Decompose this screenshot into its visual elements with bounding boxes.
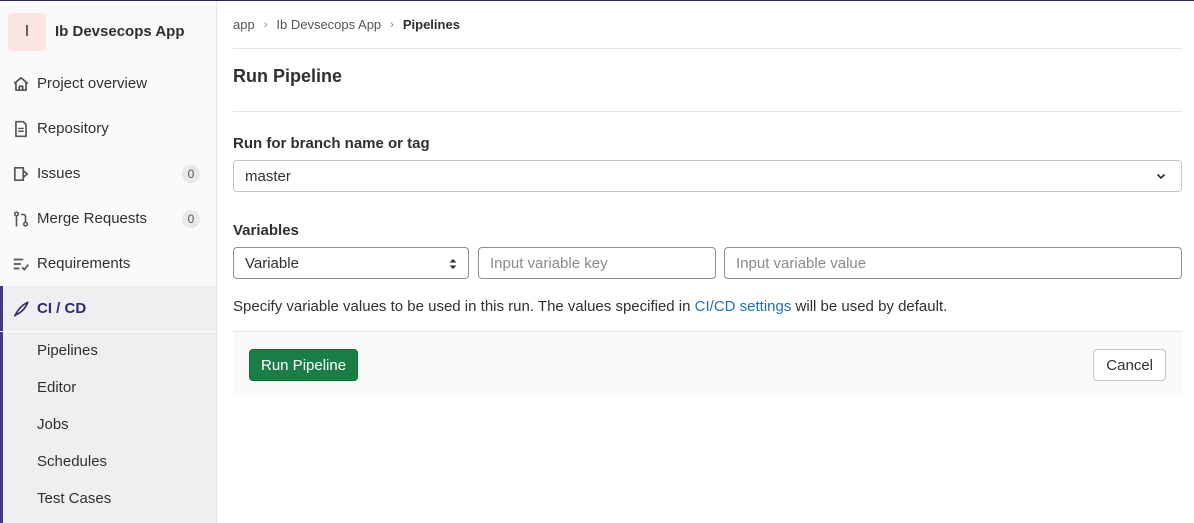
variable-type-select[interactable]: Variable — [233, 247, 469, 279]
breadcrumb-item-project[interactable]: Ib Devsecops App — [276, 17, 381, 32]
sidebar-item-project-overview[interactable]: Project overview — [0, 61, 216, 106]
merge-requests-count-badge: 0 — [182, 209, 200, 228]
sidebar-item-ci-cd[interactable]: CI / CD — [0, 286, 216, 331]
sidebar-item-repository[interactable]: Repository — [0, 106, 216, 151]
chevron-down-icon — [1156, 173, 1166, 180]
project-header[interactable]: I Ib Devsecops App — [0, 1, 216, 59]
sidebar-subitem-pipelines[interactable]: Pipelines — [37, 342, 98, 359]
main-content: app › Ib Devsecops App › Pipelines Run P… — [233, 1, 1182, 523]
variables-label: Variables — [233, 222, 299, 239]
sidebar-item-label: Issues — [37, 165, 81, 182]
select-arrows-icon — [449, 259, 457, 269]
sidebar: I Ib Devsecops App Project overview Repo… — [0, 1, 217, 523]
branch-select[interactable]: master — [233, 160, 1182, 192]
breadcrumb-item-app[interactable]: app — [233, 17, 255, 32]
branch-select-value: master — [245, 167, 291, 185]
sidebar-item-merge-requests[interactable]: Merge Requests 0 — [0, 196, 216, 241]
sidebar-item-issues[interactable]: Issues 0 — [0, 151, 216, 196]
ci-cd-settings-link[interactable]: CI/CD settings — [695, 298, 792, 315]
help-text-prefix: Specify variable values to be used in th… — [233, 298, 695, 315]
page-title: Run Pipeline — [233, 66, 343, 86]
issues-icon — [13, 166, 29, 182]
variables-help-text: Specify variable values to be used in th… — [233, 298, 947, 315]
variable-type-value: Variable — [245, 254, 299, 272]
sidebar-item-label: Repository — [37, 120, 109, 137]
branch-label: Run for branch name or tag — [233, 135, 430, 152]
cancel-button[interactable]: Cancel — [1093, 349, 1166, 381]
home-icon — [13, 76, 29, 92]
divider — [233, 111, 1182, 112]
run-pipeline-button[interactable]: Run Pipeline — [249, 349, 359, 381]
form-actions: Run Pipeline Cancel — [233, 331, 1182, 396]
document-icon — [15, 120, 27, 138]
sidebar-item-label: Project overview — [37, 75, 148, 92]
breadcrumb: app › Ib Devsecops App › Pipelines — [233, 17, 460, 32]
ci-cd-submenu: Pipelines Editor Jobs Schedules Test Cas… — [0, 332, 216, 523]
sidebar-subitem-editor[interactable]: Editor — [37, 379, 76, 396]
divider — [233, 48, 1182, 49]
help-text-suffix: will be used by default. — [791, 298, 948, 315]
requirements-icon — [13, 258, 29, 271]
breadcrumb-separator: › — [263, 18, 268, 31]
sidebar-subitem-test-cases[interactable]: Test Cases — [37, 490, 111, 507]
breadcrumb-separator: › — [390, 18, 394, 31]
variable-value-input[interactable] — [724, 247, 1182, 279]
sidebar-subitem-jobs[interactable]: Jobs — [37, 416, 69, 433]
merge-request-icon — [13, 211, 29, 227]
rocket-icon — [13, 301, 29, 317]
issues-count-badge: 0 — [182, 164, 200, 183]
sidebar-item-label: Merge Requests — [37, 210, 148, 227]
project-name[interactable]: Ib Devsecops App — [55, 23, 184, 40]
sidebar-item-requirements[interactable]: Requirements — [0, 241, 216, 286]
breadcrumb-current[interactable]: Pipelines — [403, 17, 460, 32]
sidebar-subitem-schedules[interactable]: Schedules — [37, 453, 107, 470]
project-avatar[interactable]: I — [8, 13, 46, 51]
variable-key-input[interactable] — [478, 247, 716, 279]
sidebar-item-label: CI / CD — [37, 300, 87, 317]
sidebar-item-label: Requirements — [37, 255, 131, 272]
